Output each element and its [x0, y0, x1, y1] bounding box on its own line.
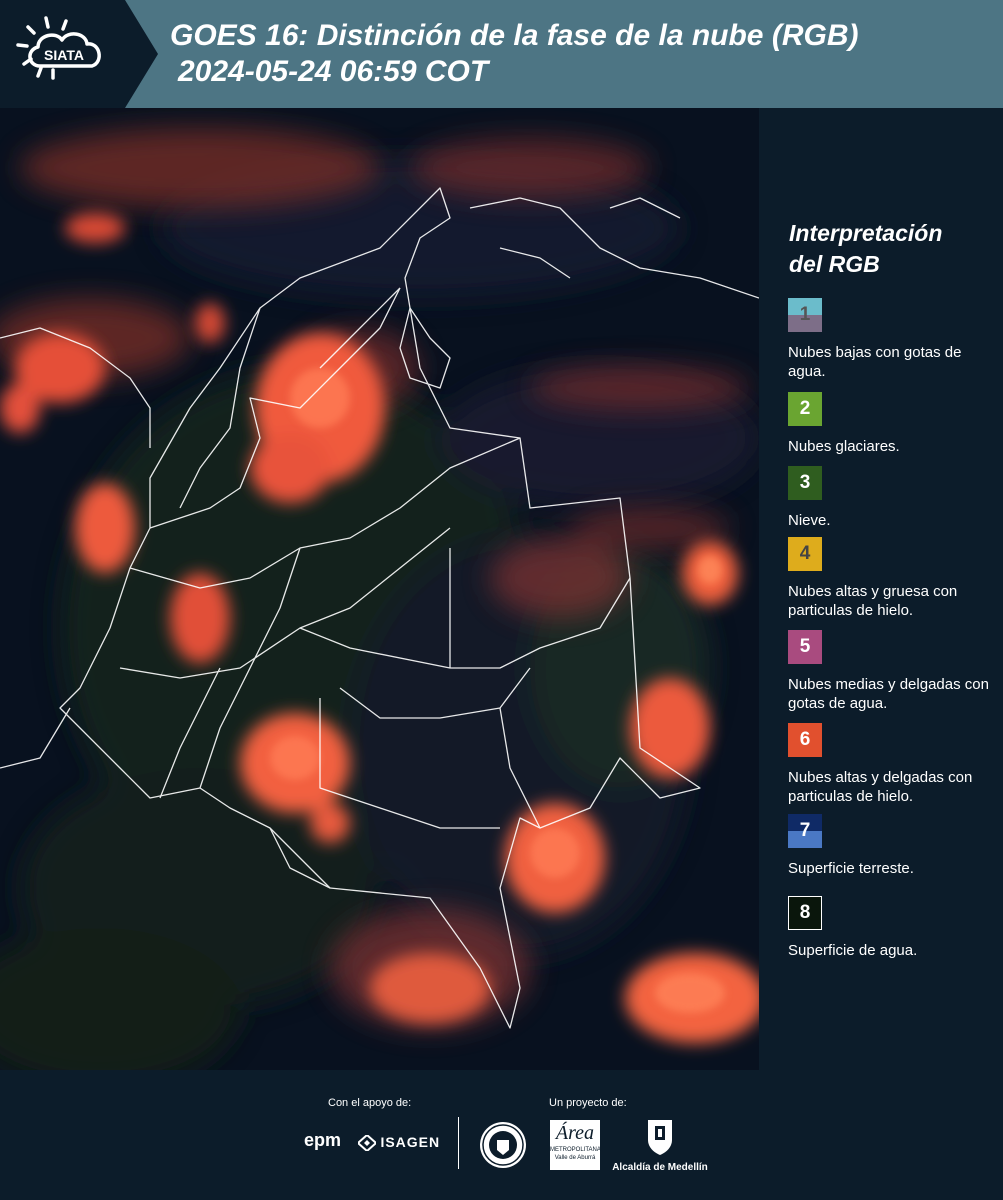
header: SIATA GOES 16: Distinción de la fase de …	[0, 0, 1003, 108]
page-title: GOES 16: Distinción de la fase de la nub…	[170, 18, 858, 90]
area-logo-sub2: Valle de Aburrá	[554, 1155, 596, 1161]
legend-number: 3	[799, 472, 811, 493]
legend-item-5: 5 Nubes medias y delgadas con gotas de ag…	[788, 630, 998, 713]
rgb-legend: Interpretación del RGB 1 Nubes bajas con …	[759, 108, 1003, 1070]
legend-number: 6	[799, 729, 811, 750]
legend-item-2: 2 Nubes glaciares.	[788, 392, 998, 456]
legend-swatch: 2	[788, 392, 822, 426]
legend-number: 8	[799, 902, 811, 923]
legend-item-1: 1 Nubes bajas con gotas de agua.	[788, 298, 998, 381]
legend-swatch: 8	[788, 896, 822, 930]
legend-number: 2	[799, 398, 811, 419]
legend-text: Nubes glaciares.	[788, 438, 900, 455]
legend-text: Nubes medias y delgadas con gotas de agu…	[788, 676, 989, 712]
alcaldia-text: Alcaldía de Medellín	[612, 1162, 708, 1173]
rgb-satellite-image	[0, 108, 759, 1070]
project-label: Un proyecto de:	[549, 1097, 627, 1109]
legend-title-line2: del RGB	[789, 251, 880, 277]
legend-title-line1: Interpretación	[789, 220, 943, 246]
legend-text: Nubes altas y delgadas con particulas de…	[788, 769, 973, 805]
legend-text: Nubes bajas con gotas de agua.	[788, 344, 962, 380]
legend-swatch: 5	[788, 630, 822, 664]
medellin-seal	[478, 1120, 528, 1175]
legend-swatch: 6	[788, 723, 822, 757]
siata-logo: SIATA	[0, 0, 158, 108]
alcaldia-logo: Alcaldía de Medellín	[610, 1118, 710, 1173]
footer: Con el apoyo de: Un proyecto de: epm ISA…	[0, 1070, 1003, 1200]
footer-divider	[458, 1117, 459, 1169]
epm-logo: epm	[304, 1130, 342, 1150]
legend-item-8: 8 Superficie de agua.	[788, 896, 998, 960]
legend-number: 4	[799, 543, 811, 564]
siata-logo-text: SIATA	[44, 47, 84, 63]
legend-item-3: 3 Nieve.	[788, 466, 998, 530]
alcaldia-shield-icon	[648, 1120, 672, 1155]
legend-number: 7	[799, 820, 811, 841]
legend-item-6: 6 Nubes altas y delgadas con particulas d…	[788, 723, 998, 806]
legend-text: Nieve.	[788, 512, 831, 529]
legend-number: 5	[799, 636, 811, 657]
legend-item-4: 4 Nubes altas y gruesa con particulas de …	[788, 537, 998, 620]
legend-swatch: 4	[788, 537, 822, 571]
legend-number: 1	[799, 304, 811, 325]
legend-text: Superficie de agua.	[788, 942, 918, 959]
isagen-text: ISAGEN	[380, 1134, 441, 1150]
legend-item-7: 7 Superficie terreste.	[788, 814, 998, 878]
title-line2: 2024-05-24 06:59 COT	[178, 55, 489, 88]
legend-title: Interpretación del RGB	[789, 218, 942, 280]
title-line1: GOES 16: Distinción de la fase de la nub…	[170, 19, 859, 52]
legend-text: Superficie terreste.	[788, 860, 914, 877]
legend-text: Nubes altas y gruesa con particulas de h…	[788, 583, 958, 619]
area-logo-text: Área	[555, 1122, 595, 1144]
legend-swatch: 1	[788, 298, 822, 332]
area-logo-sub1: METROPOLITANA	[550, 1147, 601, 1153]
area-metropolitana-logo: Área METROPOLITANA Valle de Aburrá	[550, 1120, 601, 1170]
legend-swatch: 3	[788, 466, 822, 500]
support-label: Con el apoyo de:	[328, 1097, 412, 1109]
isagen-icon	[356, 1133, 378, 1153]
isagen-logo: ISAGEN	[356, 1133, 441, 1153]
satellite-map	[0, 108, 759, 1070]
legend-swatch: 7	[788, 814, 822, 848]
